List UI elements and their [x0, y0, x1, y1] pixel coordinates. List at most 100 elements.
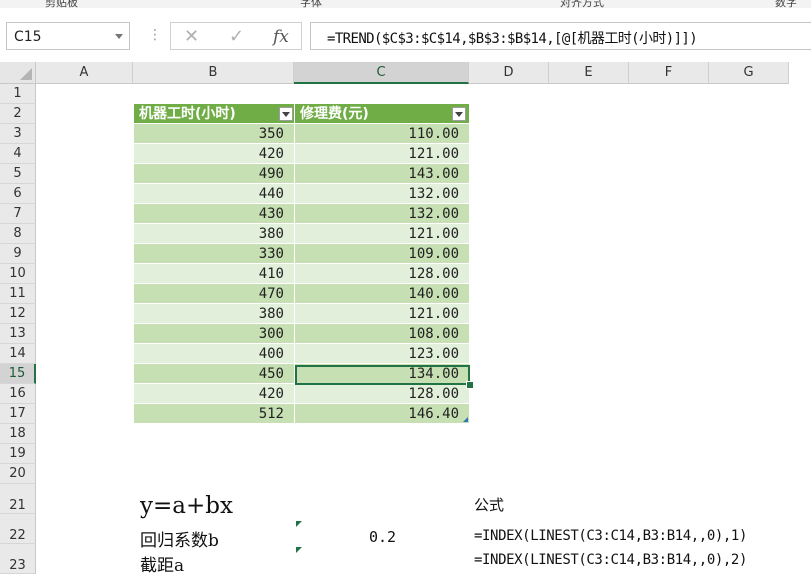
row-header-14[interactable]: 14: [0, 344, 36, 364]
row-header-15[interactable]: 15: [0, 364, 36, 384]
row-header-4[interactable]: 4: [0, 144, 36, 164]
table-cell[interactable]: 146.40: [295, 404, 469, 424]
table-resize-handle[interactable]: [463, 417, 468, 422]
row-header-2[interactable]: 2: [0, 104, 36, 124]
formula-text: =TREND($C$3:$C$14,$B$3:$B$14,[@[机器工时(小时)…: [327, 31, 698, 47]
coefficient-formula: =INDEX(LINEST(C3:C14,B3:B14,,0),1): [474, 528, 747, 544]
table-cell[interactable]: 140.00: [295, 284, 469, 304]
chevron-down-icon[interactable]: [115, 34, 123, 39]
table-cell[interactable]: 490: [134, 164, 295, 184]
drag-handle-icon[interactable]: ⋮: [148, 28, 162, 42]
table-row: 350 110.00: [134, 124, 469, 144]
row-header-13[interactable]: 13: [0, 324, 36, 344]
table-cell[interactable]: 128.00: [295, 384, 469, 404]
intercept-formula: =INDEX(LINEST(C3:C14,B3:B14,,0),2): [474, 552, 747, 568]
row-header-1[interactable]: 1: [0, 84, 36, 104]
column-header-a[interactable]: A: [36, 62, 133, 84]
filter-dropdown-icon[interactable]: [452, 107, 466, 121]
table-cell[interactable]: 430: [134, 204, 295, 224]
table-cell[interactable]: 110.00: [295, 124, 469, 144]
coefficient-label: 回归系数b: [140, 531, 219, 551]
table-cell[interactable]: 410: [134, 264, 295, 284]
formula-heading: 公式: [474, 496, 505, 514]
column-header-b[interactable]: B: [133, 62, 294, 84]
formula-bar: C15 ⋮ ✕ ✓ fx =TREND($C$3:$C$14,$B$3:$B$1…: [0, 8, 811, 62]
filter-dropdown-icon[interactable]: [279, 107, 293, 121]
table-row: 450 134.00: [134, 364, 469, 384]
table-header-label: 机器工时(小时): [139, 106, 236, 122]
table-cell[interactable]: 420: [134, 144, 295, 164]
table-cell[interactable]: 132.00: [295, 204, 469, 224]
row-header-18[interactable]: 18: [0, 424, 36, 444]
table-cell[interactable]: 470: [134, 284, 295, 304]
column-header-e[interactable]: E: [549, 62, 629, 84]
table-row: 470 140.00: [134, 284, 469, 304]
row-header-9[interactable]: 9: [0, 244, 36, 264]
row-header-22[interactable]: 22: [0, 514, 36, 544]
table-cell[interactable]: 380: [134, 224, 295, 244]
table-cell[interactable]: 350: [134, 124, 295, 144]
table-row: 380 121.00: [134, 224, 469, 244]
error-indicator-icon[interactable]: [296, 521, 302, 527]
row-header-12[interactable]: 12: [0, 304, 36, 324]
table-row: 512 146.40: [134, 404, 469, 424]
table-cell[interactable]: 440: [134, 184, 295, 204]
column-header-g[interactable]: G: [709, 62, 789, 84]
row-header-16[interactable]: 16: [0, 384, 36, 404]
table-cell[interactable]: 380: [134, 304, 295, 324]
row-header-20[interactable]: 20: [0, 464, 36, 484]
table-row: 440 132.00: [134, 184, 469, 204]
table-cell[interactable]: 128.00: [295, 264, 469, 284]
table-row: 380 121.00: [134, 304, 469, 324]
table-row: 420 121.00: [134, 144, 469, 164]
row-header-5[interactable]: 5: [0, 164, 36, 184]
row-header-11[interactable]: 11: [0, 284, 36, 304]
table-cell[interactable]: 121.00: [295, 144, 469, 164]
table-row: 400 123.00: [134, 344, 469, 364]
table-cell[interactable]: 134.00: [295, 364, 469, 384]
table-cell[interactable]: 108.00: [295, 324, 469, 344]
table-cell[interactable]: 132.00: [295, 184, 469, 204]
table-header-row: 机器工时(小时) 修理费(元): [134, 104, 469, 124]
table-cell[interactable]: 420: [134, 384, 295, 404]
coefficient-value[interactable]: 0.2: [369, 528, 396, 546]
cancel-x-icon[interactable]: ✕: [184, 26, 199, 47]
table-cell[interactable]: 300: [134, 324, 295, 344]
table-cell[interactable]: 109.00: [295, 244, 469, 264]
table-header-cell[interactable]: 修理费(元): [295, 104, 469, 124]
formula-input[interactable]: =TREND($C$3:$C$14,$B$3:$B$14,[@[机器工时(小时)…: [310, 22, 811, 50]
column-header-c[interactable]: C: [294, 62, 469, 84]
insert-function-icon[interactable]: fx: [273, 27, 289, 47]
table-cell[interactable]: 123.00: [295, 344, 469, 364]
table-row: 420 128.00: [134, 384, 469, 404]
table-cell[interactable]: 143.00: [295, 164, 469, 184]
select-all-corner[interactable]: [0, 62, 36, 84]
row-header-17[interactable]: 17: [0, 404, 36, 424]
formula-buttons: ✕ ✓ fx: [170, 22, 302, 50]
table-cell[interactable]: 450: [134, 364, 295, 384]
equation-text: y=a+bx: [140, 493, 233, 519]
table-row: 300 108.00: [134, 324, 469, 344]
table-cell[interactable]: 400: [134, 344, 295, 364]
table-cell[interactable]: 121.00: [295, 224, 469, 244]
row-header-7[interactable]: 7: [0, 204, 36, 224]
error-indicator-icon[interactable]: [296, 547, 302, 553]
checkmark-icon[interactable]: ✓: [229, 26, 244, 47]
fill-handle[interactable]: [466, 381, 474, 389]
row-header-23[interactable]: 23: [0, 544, 36, 574]
intercept-label: 截距a: [140, 556, 185, 576]
table-cell[interactable]: 330: [134, 244, 295, 264]
table-cell[interactable]: 121.00: [295, 304, 469, 324]
name-box[interactable]: C15: [6, 22, 130, 50]
row-header-6[interactable]: 6: [0, 184, 36, 204]
column-header-d[interactable]: D: [469, 62, 549, 84]
table-cell[interactable]: 512: [134, 404, 295, 424]
row-header-8[interactable]: 8: [0, 224, 36, 244]
select-all-icon: [20, 68, 32, 80]
row-header-3[interactable]: 3: [0, 124, 36, 144]
row-header-21[interactable]: 21: [0, 484, 36, 514]
table-header-cell[interactable]: 机器工时(小时): [134, 104, 295, 124]
row-header-10[interactable]: 10: [0, 264, 36, 284]
column-header-f[interactable]: F: [629, 62, 709, 84]
row-header-19[interactable]: 19: [0, 444, 36, 464]
